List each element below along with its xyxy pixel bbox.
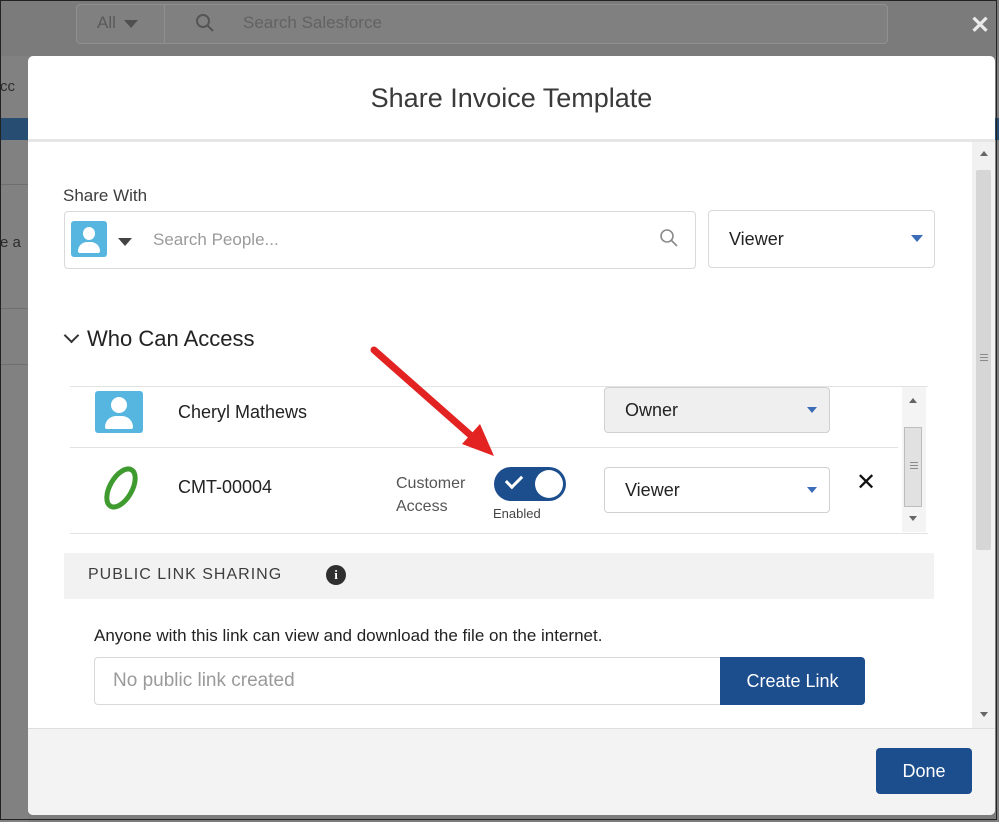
global-search-bar: All Search Salesforce — [76, 4, 888, 44]
background-header: All Search Salesforce ✕ — [0, 0, 999, 56]
chevron-down-icon[interactable] — [118, 238, 132, 246]
public-link-field[interactable]: No public link created — [94, 657, 720, 705]
scroll-thumb[interactable] — [976, 170, 991, 550]
chevron-down-icon — [807, 407, 817, 413]
divider — [0, 364, 28, 365]
entry-role-value: Viewer — [625, 480, 680, 500]
scroll-down-icon[interactable] — [980, 712, 988, 717]
entry-name: CMT-00004 — [178, 477, 273, 497]
search-icon — [196, 14, 214, 32]
entry-role-value: Owner — [625, 400, 679, 420]
customer-access-label: Customer Access — [396, 472, 465, 518]
chevron-down-icon — [63, 327, 80, 344]
modal-title: Share Invoice Template — [370, 83, 653, 113]
customer-access-toggle[interactable] — [494, 467, 566, 501]
chevron-down-icon — [123, 19, 138, 28]
search-icon — [660, 229, 678, 247]
share-permission-value: Viewer — [729, 229, 784, 249]
scroll-down-icon[interactable] — [909, 516, 917, 521]
public-link-placeholder: No public link created — [113, 670, 295, 691]
create-link-button[interactable]: Create Link — [720, 657, 865, 705]
who-can-access-toggle[interactable]: Who Can Access — [63, 326, 255, 352]
account-logo-icon — [104, 466, 138, 510]
toggle-knob — [535, 470, 563, 498]
customer-access-label-line: Customer — [396, 475, 466, 492]
divider — [0, 308, 28, 309]
background-left-panel: cc e a — [0, 56, 28, 822]
user-icon — [95, 391, 143, 433]
access-list: Cheryl Mathews Owner CMT-00004 Customer … — [70, 386, 928, 534]
modal-header: Share Invoice Template — [28, 56, 995, 142]
close-icon: ✕ — [970, 12, 991, 39]
remove-access-button[interactable]: ✕ — [856, 471, 876, 495]
people-search-input[interactable]: Search People... — [64, 211, 696, 269]
scroll-up-icon[interactable] — [909, 398, 917, 403]
access-list-scrollbar[interactable] — [902, 387, 926, 532]
public-link-description: Anyone with this link can view and downl… — [94, 626, 603, 645]
public-link-sharing-title: PUBLIC LINK SHARING — [88, 566, 283, 583]
background-nav-bar — [995, 118, 999, 140]
entry-role-select[interactable]: Viewer — [604, 467, 830, 513]
customer-access-label-line: Access — [396, 498, 448, 515]
info-icon[interactable]: i — [326, 565, 346, 585]
share-modal: Share Invoice Template Share With Search… — [28, 56, 995, 815]
divider — [0, 184, 28, 185]
chevron-down-icon — [911, 235, 923, 242]
public-link-sharing-header: PUBLIC LINK SHARING i — [64, 553, 934, 599]
background-right-panel — [995, 56, 999, 822]
entry-role-select[interactable]: Owner — [604, 387, 830, 433]
background-text: cc — [0, 78, 15, 95]
toggle-state-label: Enabled — [493, 506, 541, 521]
entry-name: Cheryl Mathews — [178, 402, 308, 422]
global-search-placeholder: Search Salesforce — [243, 13, 382, 32]
people-search-placeholder: Search People... — [153, 230, 279, 249]
background-text: e a — [0, 234, 21, 251]
chevron-down-icon — [807, 487, 817, 493]
done-button[interactable]: Done — [876, 748, 972, 794]
check-icon — [504, 470, 524, 490]
who-can-access-title: Who Can Access — [87, 326, 255, 351]
scroll-thumb[interactable] — [904, 427, 922, 507]
modal-scrollbar[interactable] — [972, 142, 995, 728]
background-nav-bar — [0, 118, 28, 140]
modal-footer: Done — [28, 728, 995, 815]
list-item: CMT-00004 Customer Access Enabled Viewer… — [70, 448, 898, 532]
search-scope-select: All — [77, 5, 165, 43]
share-permission-select[interactable]: Viewer — [708, 210, 935, 268]
share-with-label: Share With — [63, 186, 148, 205]
list-item: Cheryl Mathews Owner — [70, 387, 898, 448]
user-icon — [71, 221, 107, 257]
scroll-up-icon[interactable] — [980, 151, 988, 156]
